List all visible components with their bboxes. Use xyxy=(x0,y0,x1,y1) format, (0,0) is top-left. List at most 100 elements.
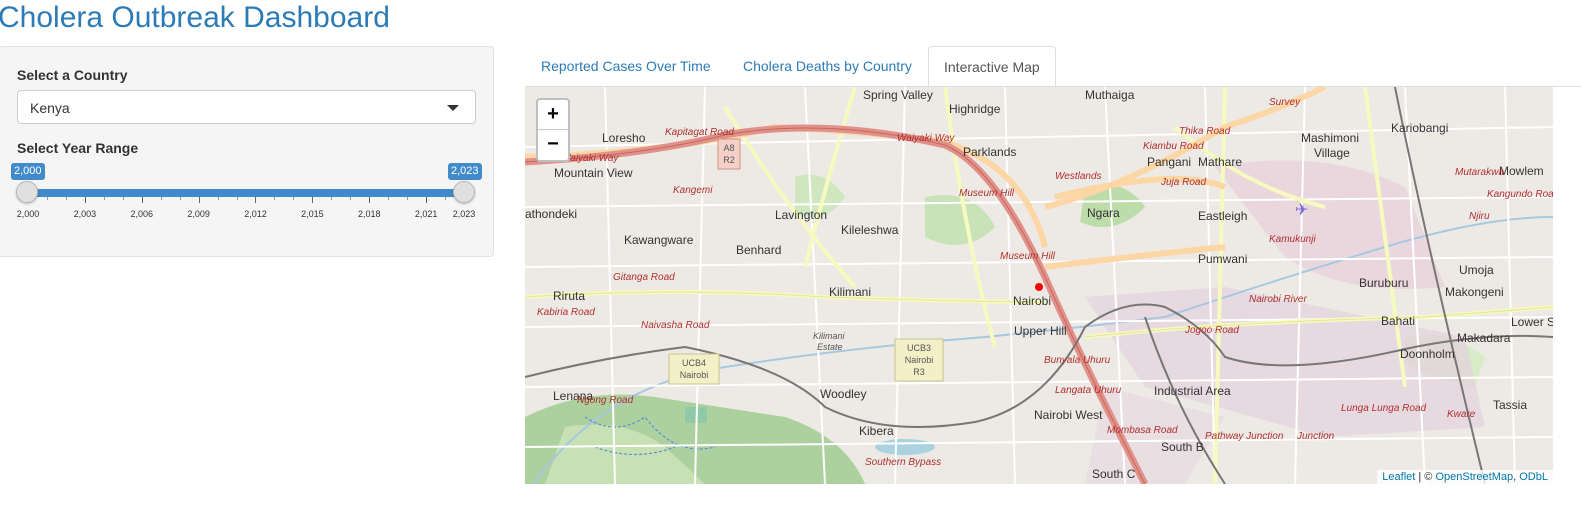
slider-tick-label: 2,015 xyxy=(301,209,324,219)
map-place-label: South C xyxy=(1092,467,1136,481)
map-place-label: Mathare xyxy=(1198,155,1242,169)
map-place-label: Kawangware xyxy=(624,233,694,247)
map-road-label: Kabiria Road xyxy=(537,307,595,318)
road-shield-text: R2 xyxy=(723,155,735,165)
odbl-link[interactable]: ODbL xyxy=(1519,471,1548,483)
road-shield-text: Nairobi xyxy=(680,370,709,380)
year-range-label: Select Year Range xyxy=(17,140,139,156)
osm-link[interactable]: OpenStreetMap xyxy=(1435,471,1513,483)
slider-tick xyxy=(236,197,238,200)
slider-handle-from[interactable] xyxy=(16,181,38,203)
map-road-label: Kangundo Road xyxy=(1487,189,1553,200)
map-road-label: Southern Bypass xyxy=(865,457,941,468)
map-road-label: Nairobi River xyxy=(1249,294,1307,305)
map-place-label: athondeki xyxy=(525,207,577,221)
zoom-out-button[interactable]: − xyxy=(538,130,568,160)
slider-tick xyxy=(426,197,428,203)
map-road-label: Pathway Junction xyxy=(1205,431,1284,442)
map-place-label: Nairobi West xyxy=(1034,408,1103,422)
map-road-label: Ngong Road xyxy=(577,395,634,406)
page-title: Cholera Outbreak Dashboard xyxy=(0,1,390,34)
leaflet-link[interactable]: Leaflet xyxy=(1382,471,1415,483)
year-range-slider[interactable]: 2,000 2,023 2,000 2,003 2,006 2,009 2,012 2,0… xyxy=(11,163,482,223)
tab-cholera-deaths[interactable]: Cholera Deaths by Country xyxy=(743,46,912,87)
map-place-label: Pumwani xyxy=(1198,252,1247,266)
map-place-label: Makadara xyxy=(1457,331,1511,345)
slider-tick xyxy=(103,197,105,200)
map-road-label: Njiru xyxy=(1469,211,1490,222)
sidebar-panel: Select a Country Kenya Select Year Range… xyxy=(0,46,494,257)
map-place-label: Riruta xyxy=(553,289,585,303)
map-place-label: Umoja xyxy=(1459,263,1494,277)
road-shield-text: Nairobi xyxy=(905,355,934,365)
map-place-label: Spring Valley xyxy=(863,88,933,102)
map-road-label: Juja Road xyxy=(1160,177,1206,188)
road-shield: UCB3 Nairobi R3 xyxy=(894,338,944,382)
map-road-label: Kiambu Road xyxy=(1143,141,1204,152)
slider-tick xyxy=(274,197,276,200)
tab-interactive-map[interactable]: Interactive Map xyxy=(928,46,1056,87)
map-place-label: Village xyxy=(1314,146,1350,160)
slider-tick-label: 2,021 xyxy=(414,209,438,219)
slider-tick xyxy=(369,197,371,203)
slider-tick xyxy=(46,197,48,200)
tab-reported-cases[interactable]: Reported Cases Over Time xyxy=(541,46,711,87)
map-place-label: South B xyxy=(1161,440,1204,454)
zoom-in-button[interactable]: + xyxy=(538,100,568,130)
map-place-label: Ngara xyxy=(1087,206,1120,220)
map-place-label: Lavington xyxy=(775,208,827,222)
road-shield: A8R2 xyxy=(717,138,741,170)
map-place-label: Upper Hill xyxy=(1014,324,1067,338)
map-road-label: Waiyaki Way xyxy=(897,133,955,144)
road-shield-text: UCB4 xyxy=(682,358,706,368)
map-place-label: Kamukunji xyxy=(1269,234,1316,245)
map-place-label: Muthaiga xyxy=(1085,88,1135,102)
map-attribution: Leaflet | © OpenStreetMap, ODbL xyxy=(1377,470,1553,484)
slider-tick-label: 2,012 xyxy=(244,209,267,219)
slider-track[interactable] xyxy=(28,189,464,197)
slider-handle-to[interactable] xyxy=(453,181,475,203)
map-road-label: Kapitagat Road xyxy=(665,127,734,138)
country-select[interactable]: Kenya xyxy=(17,90,476,124)
map-road-label: Mombasa Road xyxy=(1107,425,1178,436)
slider-tick xyxy=(141,197,143,203)
map-small-label: Kilimani xyxy=(813,331,846,341)
map-place-label: Kileleshwa xyxy=(841,223,899,237)
map-place-label: Mashimoni xyxy=(1301,131,1359,145)
slider-tick xyxy=(407,197,409,200)
road-shield: UCB4 Nairobi xyxy=(668,353,720,385)
map-place-label: Nairobi xyxy=(1013,294,1051,308)
map-road-label: Naivasha Road xyxy=(641,320,710,331)
map-place-label: Kilimani xyxy=(829,285,871,299)
slider-tick xyxy=(255,197,257,203)
chevron-down-icon xyxy=(447,105,459,111)
map-place-label: Industrial Area xyxy=(1154,384,1231,398)
map-place-label: Doonholm xyxy=(1400,347,1455,361)
slider-tick xyxy=(198,197,200,203)
slider-tick-label: 2,009 xyxy=(187,209,210,219)
slider-tick-label: 2,023 xyxy=(452,209,476,219)
map-place-label: Lower Savan xyxy=(1511,315,1553,329)
map-place-label: Benhard xyxy=(736,243,781,257)
slider-tick-label: 2,003 xyxy=(73,209,97,219)
map-road-label: Westlands xyxy=(1055,171,1102,182)
slider-tick xyxy=(160,197,162,200)
slider-tick xyxy=(445,197,447,200)
attribution-separator: | © xyxy=(1415,471,1436,483)
slider-tick xyxy=(179,197,181,200)
road-shield-text: UCB3 xyxy=(907,343,931,353)
interactive-map[interactable]: ✈ Spring Valley Highridge Muthaiga Loresho M… xyxy=(525,87,1553,484)
map-road-label: Jogoo Road xyxy=(1184,325,1239,336)
slider-tick xyxy=(84,197,86,203)
slider-tick xyxy=(293,197,295,200)
slider-tick xyxy=(217,197,219,200)
map-place-label: Loresho xyxy=(602,131,646,145)
map-place-label: Bahati xyxy=(1381,314,1415,328)
map-place-label: Eastleigh xyxy=(1198,209,1247,223)
map-road-label: Kware xyxy=(1447,409,1476,420)
map-place-label: Mountain View xyxy=(554,166,633,180)
slider-tick-label: 2,018 xyxy=(357,209,381,219)
slider-to-value: 2,023 xyxy=(448,163,482,180)
country-select-label: Select a Country xyxy=(17,67,128,83)
map-place-label: Kibera xyxy=(859,424,894,438)
